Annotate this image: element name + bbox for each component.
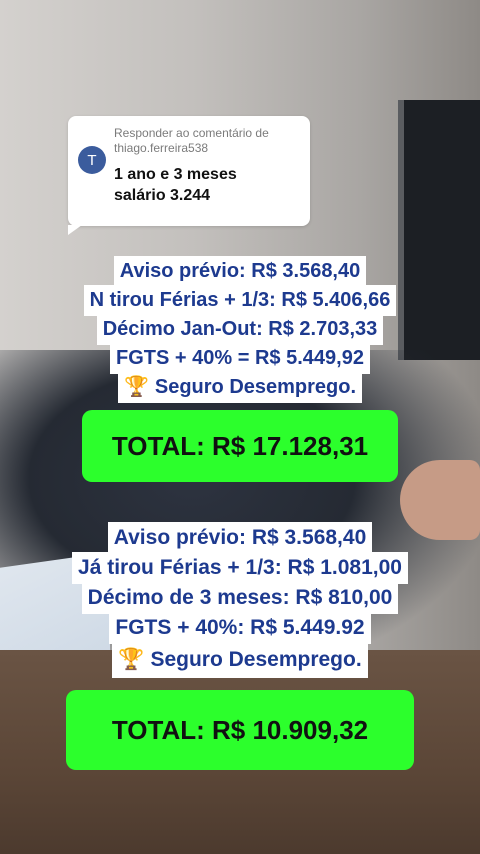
- block2-line-seguro: 🏆 Seguro Desemprego.: [112, 642, 368, 678]
- reply-comment-bubble[interactable]: T Responder ao comentário de thiago.ferr…: [68, 116, 310, 235]
- block2-line-decimo: Décimo de 3 meses: R$ 810,00: [81, 582, 399, 614]
- trophy-icon: 🏆: [118, 648, 145, 671]
- block1-line-seguro: 🏆 Seguro Desemprego.: [117, 372, 363, 403]
- trophy-icon: 🏆: [123, 376, 149, 398]
- block1-line-decimo: Décimo Jan-Out: R$ 2.703,33: [96, 314, 384, 345]
- reply-meta: Responder ao comentário de thiago.ferrei…: [114, 126, 304, 156]
- block2-seguro-text: Seguro Desemprego.: [150, 648, 362, 671]
- block2-line-ferias: Já tirou Férias + 1/3: R$ 1.081,00: [72, 552, 408, 584]
- reply-username: thiago.ferreira538: [114, 141, 209, 155]
- calculation-block-1: Aviso prévio: R$ 3.568,40 N tirou Férias…: [0, 256, 480, 403]
- total-2: TOTAL: R$ 10.909,32: [66, 690, 414, 770]
- block1-line-fgts: FGTS + 40% = R$ 5.449,92: [110, 343, 370, 374]
- calculation-block-2: Aviso prévio: R$ 3.568,40 Já tirou Féria…: [0, 522, 480, 678]
- block1-seguro-text: Seguro Desemprego.: [154, 376, 357, 398]
- reply-text-line2: salário 3.244: [114, 187, 211, 204]
- total-1: TOTAL: R$ 17.128,31: [82, 410, 398, 482]
- reply-text-line1: 1 ano e 3 meses: [114, 166, 237, 183]
- bubble-tail: [68, 225, 82, 235]
- avatar: T: [78, 146, 106, 174]
- block1-line-aviso: Aviso prévio: R$ 3.568,40: [113, 256, 367, 287]
- reply-label: Responder ao comentário de: [114, 126, 269, 140]
- block1-line-ferias: N tirou Férias + 1/3: R$ 5.406,66: [83, 285, 397, 316]
- block2-line-fgts: FGTS + 40%: R$ 5.449.92: [109, 612, 371, 644]
- block2-line-aviso: Aviso prévio: R$ 3.568,40: [107, 522, 373, 554]
- reply-text: 1 ano e 3 meses salário 3.244: [114, 164, 304, 206]
